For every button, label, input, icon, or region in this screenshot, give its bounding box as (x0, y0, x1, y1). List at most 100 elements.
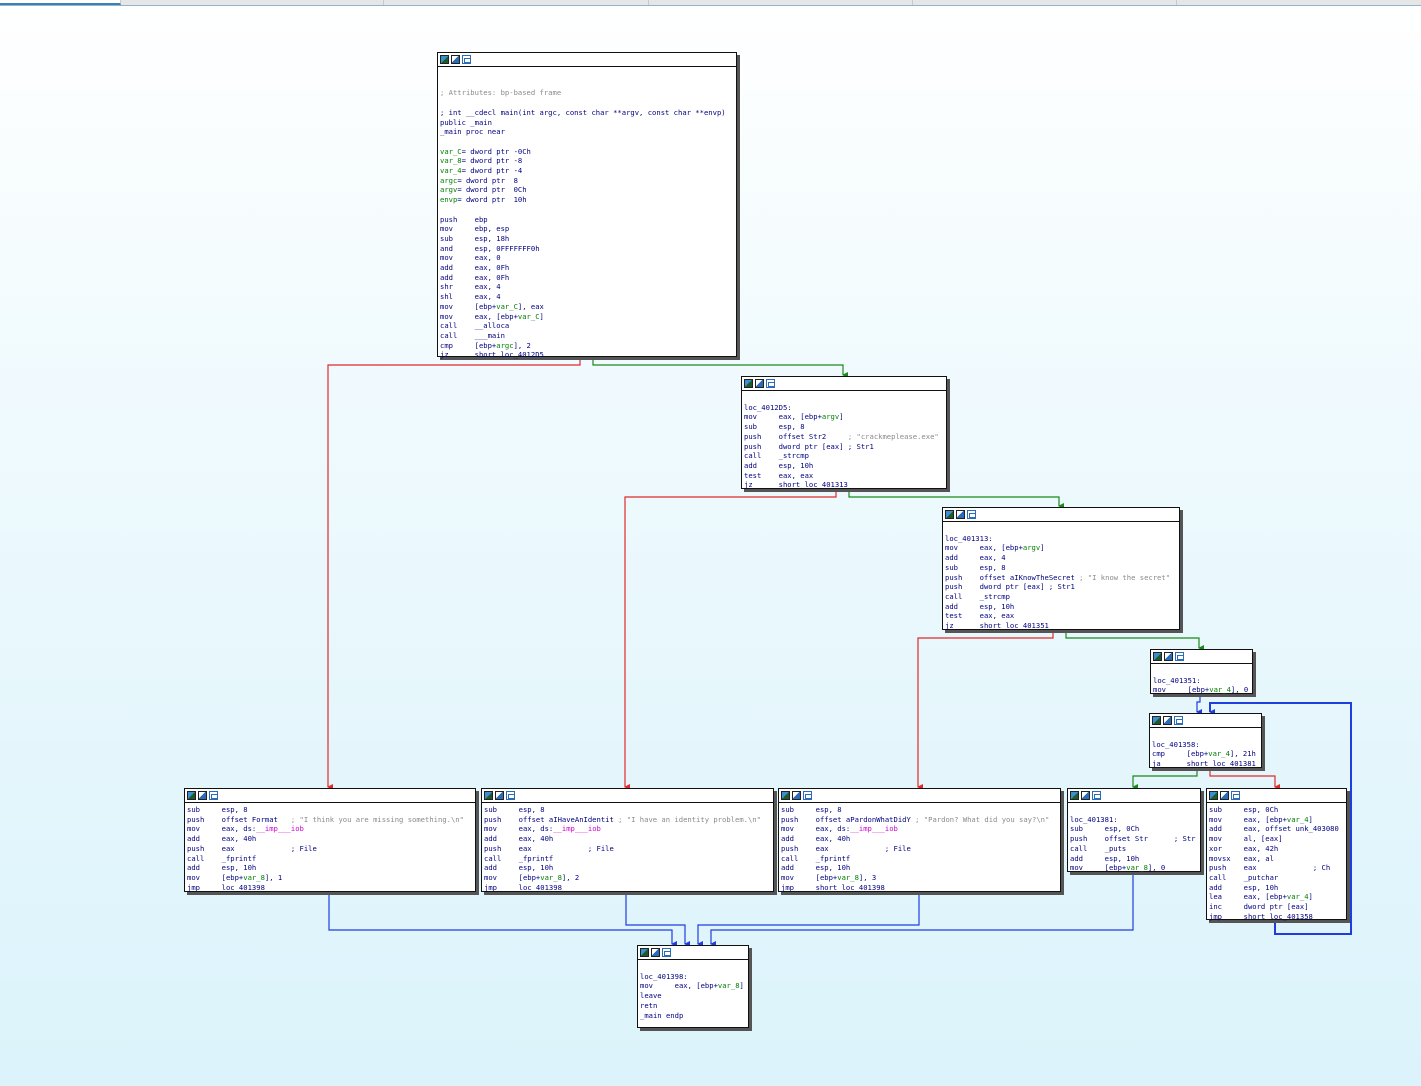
code-line[interactable]: shr eax, 4 (440, 282, 734, 292)
code-line[interactable]: add eax, offset unk_403080 (1209, 824, 1344, 834)
code-line[interactable]: call _strcmp (744, 451, 944, 461)
code-line[interactable]: sub esp, 0Ch (1209, 805, 1344, 815)
code-line[interactable]: jmp short loc_401398 (781, 883, 1058, 893)
edit-icon[interactable] (1164, 652, 1173, 661)
code-line[interactable]: cmp [ebp+argc], 2 (440, 341, 734, 351)
code-line[interactable]: add eax, 40h (781, 834, 1058, 844)
code-line[interactable] (440, 137, 734, 147)
code-line[interactable]: lea eax, [ebp+var_4] (1209, 892, 1344, 902)
code-line[interactable]: mov eax, [ebp+var_4] (1209, 815, 1344, 825)
graph-view-icon[interactable] (1153, 652, 1162, 661)
comment-icon[interactable] (1092, 791, 1101, 800)
code-line[interactable]: add esp, 10h (945, 602, 1177, 612)
code-line[interactable]: sub esp, 8 (945, 563, 1177, 573)
edit-icon[interactable] (1163, 716, 1172, 725)
edit-icon[interactable] (792, 791, 801, 800)
code-line[interactable]: add eax, 40h (484, 834, 771, 844)
comment-icon[interactable] (803, 791, 812, 800)
code-line[interactable]: mov ebp, esp (440, 224, 734, 234)
code-line[interactable]: push offset Format ; "I think you are mi… (187, 815, 473, 825)
code-line[interactable]: envp= dword ptr 10h (440, 195, 734, 205)
code-line[interactable]: push eax ; File (187, 844, 473, 854)
edge-missing-exit[interactable] (328, 890, 677, 947)
code-line[interactable]: ja short loc_401381 (1152, 759, 1259, 769)
code-line[interactable]: _main proc near (440, 127, 734, 137)
code-line[interactable]: inc dword ptr [eax] (1209, 902, 1344, 912)
code-line[interactable]: push dword ptr [eax] ; Str1 (945, 582, 1177, 592)
graph-view-icon[interactable] (440, 55, 449, 64)
code-line[interactable]: ; int __cdecl main(int argc, const char … (440, 108, 734, 118)
graph-view-icon[interactable] (484, 791, 493, 800)
code-line[interactable]: var_C= dword ptr -0Ch (440, 147, 734, 157)
code-line[interactable]: sub esp, 8 (187, 805, 473, 815)
code-line[interactable]: push offset aIHaveAnIdentit ; "I have an… (484, 815, 771, 825)
code-line[interactable]: mov [ebp+var_C], eax (440, 302, 734, 312)
code-block-loc-401381[interactable]: loc_401381: sub esp, 0Ch push offset Str ;… (1067, 788, 1201, 872)
comment-icon[interactable] (506, 791, 515, 800)
code-block-loop-body[interactable]: sub esp, 0Ch mov eax, [ebp+var_4] add eax,… (1206, 788, 1347, 922)
code-line[interactable] (744, 393, 944, 403)
edge-identity-exit[interactable] (625, 890, 690, 947)
code-line[interactable] (1070, 805, 1198, 815)
code-line[interactable]: add esp, 10h (484, 863, 771, 873)
code-line[interactable]: sub esp, 0Ch (1070, 824, 1198, 834)
code-line[interactable]: add esp, 10h (187, 863, 473, 873)
code-line[interactable]: shl eax, 4 (440, 292, 734, 302)
code-line[interactable]: add eax, 0Fh (440, 273, 734, 283)
code-line[interactable]: mov eax, ds:__imp___iob (484, 824, 771, 834)
code-line[interactable]: test eax, eax (744, 471, 944, 481)
edit-icon[interactable] (956, 510, 965, 519)
code-line[interactable]: push eax ; File (484, 844, 771, 854)
code-line[interactable]: jz short loc_401351 (945, 621, 1177, 631)
code-line[interactable]: loc_401351: (1153, 676, 1250, 686)
code-line[interactable] (440, 98, 734, 108)
edge-pardon-exit[interactable] (697, 890, 920, 947)
code-line[interactable]: sub esp, 8 (484, 805, 771, 815)
graph-view-icon[interactable] (945, 510, 954, 519)
graph-view-icon[interactable] (640, 948, 649, 957)
code-line[interactable]: call ___main (440, 331, 734, 341)
edit-icon[interactable] (1081, 791, 1090, 800)
comment-icon[interactable] (209, 791, 218, 800)
code-line[interactable]: add eax, 40h (187, 834, 473, 844)
code-line[interactable]: loc_401358: (1152, 740, 1259, 750)
code-line[interactable]: ; Attributes: bp-based frame (440, 88, 734, 98)
edit-icon[interactable] (755, 379, 764, 388)
code-line[interactable]: jmp loc_401398 (187, 883, 473, 893)
code-line[interactable]: _main endp (640, 1011, 746, 1021)
code-line[interactable]: mov [ebp+var_8], 0 (1070, 863, 1198, 873)
code-line[interactable]: push offset Str2 ; "crackmeplease.exe" (744, 432, 944, 442)
code-line[interactable]: mov eax, [ebp+argv] (945, 543, 1177, 553)
code-line[interactable]: loc_401381: (1070, 815, 1198, 825)
code-line[interactable]: call _fprintf (781, 854, 1058, 864)
comment-icon[interactable] (462, 55, 471, 64)
code-line[interactable]: push ebp (440, 215, 734, 225)
code-line[interactable] (1152, 730, 1259, 740)
graph-view-icon[interactable] (781, 791, 790, 800)
edit-icon[interactable] (495, 791, 504, 800)
edge-4012d5-false[interactable] (624, 487, 837, 790)
graph-view-icon[interactable] (744, 379, 753, 388)
code-line[interactable] (440, 69, 734, 79)
code-line[interactable]: call _fprintf (484, 854, 771, 864)
code-line[interactable] (440, 79, 734, 89)
code-line[interactable]: mov eax, [ebp+var_C] (440, 312, 734, 322)
code-line[interactable]: add eax, 4 (945, 553, 1177, 563)
code-block-main[interactable]: ; Attributes: bp-based frame ; int __cde… (437, 52, 737, 359)
code-block-identity[interactable]: sub esp, 8 push offset aIHaveAnIdentit ; … (481, 788, 774, 892)
code-line[interactable]: push offset Str ; Str (1070, 834, 1198, 844)
code-line[interactable] (1153, 666, 1250, 676)
code-line[interactable]: sub esp, 18h (440, 234, 734, 244)
code-line[interactable]: mov eax, ds:__imp___iob (781, 824, 1058, 834)
code-line[interactable]: call _fprintf (187, 854, 473, 864)
code-line[interactable]: call __alloca (440, 321, 734, 331)
code-line[interactable] (640, 962, 746, 972)
code-line[interactable]: var_4= dword ptr -4 (440, 166, 734, 176)
graph-view-icon[interactable] (1152, 716, 1161, 725)
code-line[interactable] (945, 524, 1177, 534)
code-line[interactable]: test eax, eax (945, 611, 1177, 621)
code-block-loc-4012d5[interactable]: loc_4012D5: mov eax, [ebp+argv] sub esp, 8… (741, 376, 947, 489)
edit-icon[interactable] (1220, 791, 1229, 800)
code-line[interactable]: mov [ebp+var_8], 3 (781, 873, 1058, 883)
code-line[interactable]: jmp short loc_401358 (1209, 912, 1344, 922)
